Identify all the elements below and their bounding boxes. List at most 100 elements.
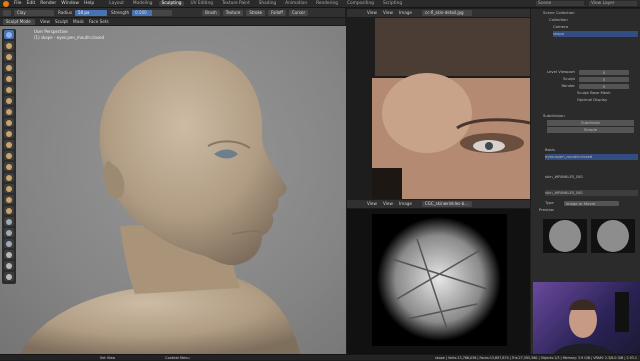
radius-field[interactable]: 50 px: [75, 9, 108, 16]
sculpt-tool-5[interactable]: [4, 74, 14, 83]
strength-field[interactable]: 0.500: [132, 9, 173, 16]
brush-menu[interactable]: Brush: [202, 9, 220, 16]
sculpt-tool-icon: [6, 240, 12, 247]
tab-layout[interactable]: Layout: [107, 1, 126, 6]
brush-texture-field[interactable]: skin_WRINKLES_BIG: [545, 190, 638, 196]
texture-preview-thumbnails: [543, 219, 635, 253]
image-editor-bottom-view2-menu[interactable]: View: [383, 201, 393, 207]
sculpt-tool-7[interactable]: [4, 96, 14, 105]
sculpt-tool-4[interactable]: [4, 63, 14, 72]
tab-animation[interactable]: Animation: [283, 1, 309, 6]
viewport-menu-mask[interactable]: Mask: [73, 19, 84, 25]
image-editor-bottom[interactable]: View View Image CGC_skinwrinkles-b...: [347, 200, 530, 355]
object-info: (1) skope - eyes:pen_mouth:closed: [34, 35, 105, 40]
view-layer-selector[interactable]: View Layer: [589, 1, 637, 6]
mode-icon[interactable]: [3, 9, 11, 16]
radius-label: Radius: [58, 9, 73, 15]
image-editor-top[interactable]: View View Image cc-fl_skin-detail.jpg: [347, 9, 530, 199]
tab-uv-editing[interactable]: UV Editing: [189, 1, 215, 6]
image-editor-bottom-image-menu[interactable]: Image: [399, 201, 412, 207]
sculpt-tool-21[interactable]: [4, 250, 14, 259]
texture-type-row: Type Image or Movie: [533, 200, 638, 206]
sculpt-tool-14[interactable]: [4, 173, 14, 182]
image-editor-top-image-menu[interactable]: Image: [399, 10, 412, 16]
sculpt-tool-16[interactable]: [4, 195, 14, 204]
texture-type-dropdown[interactable]: Image or Movie: [563, 200, 619, 206]
image-name-bottom[interactable]: CGC_skinwrinkles-b...: [422, 201, 472, 207]
sculpt-tool-8[interactable]: [4, 107, 14, 116]
sculpt-tool-10[interactable]: [4, 129, 14, 138]
sculpt-tool-22[interactable]: [4, 261, 14, 270]
tab-sculpting[interactable]: Sculpting: [159, 1, 184, 6]
viewport-menu-view[interactable]: View: [40, 19, 50, 25]
menu-edit[interactable]: Edit: [27, 1, 36, 6]
sculpt-tool-12[interactable]: [4, 151, 14, 160]
sculpt-tool-icon: [6, 218, 12, 225]
sculpt-tool-3[interactable]: [4, 52, 14, 61]
sculpt-tool-icon: [6, 251, 12, 258]
tab-shading[interactable]: Shading: [257, 1, 278, 6]
sculpt-tool-icon: [6, 42, 12, 49]
outliner-item-collection[interactable]: Collection: [549, 17, 638, 23]
image-name-top[interactable]: cc-fl_skin-detail.jpg: [422, 10, 472, 16]
image-editor-top-view2-menu[interactable]: View: [383, 10, 393, 16]
outliner-item-camera[interactable]: Camera: [553, 24, 638, 30]
outliner-item-skope[interactable]: skope: [553, 31, 638, 37]
render-level-field[interactable]: 5: [579, 83, 629, 89]
subdivide-button[interactable]: Subdivide: [547, 120, 634, 126]
sculpt-tool-20[interactable]: [4, 239, 14, 248]
sculpt-level-row: Sculpt 5: [533, 76, 638, 82]
viewport-menu-face-sets[interactable]: Face Sets: [89, 19, 109, 25]
preview-section[interactable]: Preview: [539, 207, 638, 213]
menu-file[interactable]: File: [14, 1, 22, 6]
3d-viewport[interactable]: [0, 26, 346, 354]
cursor-menu[interactable]: Cursor: [288, 9, 309, 16]
sculpt-tool-2[interactable]: [4, 41, 14, 50]
sculpt-tool-icon: [6, 207, 12, 214]
tool-header: Clay Radius 50 px Strength 0.500 Brush T…: [0, 8, 345, 18]
viewport-menu-sculpt[interactable]: Sculpt: [55, 19, 68, 25]
image-editor-top-view-menu[interactable]: View: [367, 10, 377, 16]
tab-texture-paint[interactable]: Texture Paint: [220, 1, 252, 6]
sculpt-tool-11[interactable]: [4, 140, 14, 149]
menu-window[interactable]: Window: [61, 1, 79, 6]
menu-render[interactable]: Render: [40, 1, 56, 6]
brush-selector[interactable]: Clay: [14, 9, 54, 16]
scene-selector[interactable]: Scene: [536, 1, 584, 6]
sculpt-tool-13[interactable]: [4, 162, 14, 171]
menu-help[interactable]: Help: [84, 1, 94, 6]
sculpt-tool-icon: [6, 97, 12, 104]
simple-button[interactable]: Simple: [547, 127, 634, 133]
sculpt-tool-23[interactable]: [4, 272, 14, 281]
sculpt-tool-6[interactable]: [4, 85, 14, 94]
outliner-title: Scene Collection: [543, 10, 575, 15]
mode-dropdown[interactable]: Sculpt Mode: [3, 18, 35, 25]
sculpt-tool-15[interactable]: [4, 184, 14, 193]
sculpt-tool-18[interactable]: [4, 217, 14, 226]
presenter-video: [553, 292, 629, 355]
level-viewport-field[interactable]: 5: [579, 69, 629, 75]
texture-menu[interactable]: Texture: [222, 9, 244, 16]
tab-compositing[interactable]: Compositing: [345, 1, 376, 6]
sculpt-tool-17[interactable]: [4, 206, 14, 215]
subdivision-section[interactable]: Subdivision: [543, 113, 638, 119]
texture-name[interactable]: skin_WRINKLES_BIG: [545, 174, 638, 180]
shape-key-item[interactable]: eyes:open_mouth:closed: [545, 154, 638, 160]
sculpt-tool-19[interactable]: [4, 228, 14, 237]
sculpt-tool-9[interactable]: [4, 118, 14, 127]
image-editor-bottom-view-menu[interactable]: View: [367, 201, 377, 207]
optimal-display-checkbox[interactable]: Optimal Display: [577, 97, 638, 103]
tab-modeling[interactable]: Modeling: [131, 1, 155, 6]
sculpt-base-mesh-checkbox[interactable]: Sculpt Base Mesh: [577, 90, 638, 96]
tab-rendering[interactable]: Rendering: [314, 1, 340, 6]
render-level-row: Render 5: [533, 83, 638, 89]
stroke-menu[interactable]: Stroke: [246, 9, 266, 16]
basis-shape-key[interactable]: Basis: [545, 147, 638, 153]
sculpt-tool-icon: [6, 185, 12, 192]
viewport-info: User Perspective (1) skope - eyes:pen_mo…: [34, 29, 104, 41]
tab-scripting[interactable]: Scripting: [381, 1, 404, 6]
sculpt-level-field[interactable]: 5: [579, 76, 629, 82]
blender-logo-icon[interactable]: [3, 0, 9, 7]
sculpt-tool-1[interactable]: [4, 30, 14, 39]
falloff-menu[interactable]: Falloff: [268, 9, 286, 16]
